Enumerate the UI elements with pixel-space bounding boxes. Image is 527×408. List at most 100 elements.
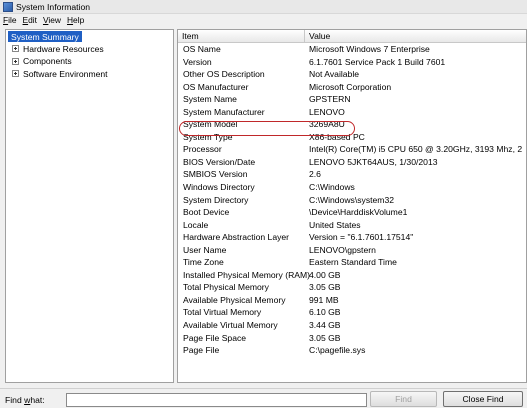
tree-item-label: Software Environment [23, 68, 108, 79]
table-row[interactable]: Other OS Description Not Available [178, 68, 526, 81]
row-value: 4.00 GB [309, 269, 341, 280]
tree-item-software-environment[interactable]: Software Environment [6, 68, 173, 81]
column-divider[interactable] [304, 30, 305, 42]
table-row[interactable]: Version 6.1.7601 Service Pack 1 Build 760… [178, 56, 526, 69]
tree-item-hardware-resources[interactable]: Hardware Resources [6, 43, 173, 56]
row-value: Not Available [309, 69, 360, 80]
menu-view[interactable]: View [40, 15, 64, 25]
table-row[interactable]: Available Physical Memory 991 MB [178, 294, 526, 307]
row-value: Microsoft Corporation [309, 81, 392, 92]
row-item: OS Name [183, 44, 221, 54]
table-row[interactable]: System Name GPSTERN [178, 93, 526, 106]
expand-icon[interactable] [12, 45, 19, 53]
tree-item-components[interactable]: Components [6, 55, 173, 68]
table-row[interactable]: Locale United States [178, 219, 526, 232]
table-row[interactable]: Total Physical Memory 3.05 GB [178, 281, 526, 294]
row-value: LENOVO\gpstern [309, 244, 376, 255]
row-item: Time Zone [183, 257, 224, 268]
tree-item-label: Components [23, 56, 72, 67]
table-row[interactable]: SMBIOS Version 2.6 [178, 168, 526, 181]
row-item: Version [183, 56, 212, 67]
menu-help[interactable]: Help [64, 15, 87, 25]
row-item: Page File [183, 345, 220, 356]
row-value: C:\pagefile.sys [309, 345, 366, 356]
row-value: 3.05 GB [309, 282, 341, 293]
table-row[interactable]: System Manufacturer LENOVO [178, 106, 526, 119]
table-row[interactable]: System Model 3269A8U [178, 118, 526, 131]
column-header-value[interactable]: Value [309, 31, 330, 41]
table-row[interactable]: Available Virtual Memory 3.44 GB [178, 319, 526, 332]
row-value: 6.1.7601 Service Pack 1 Build 7601 [309, 56, 446, 67]
row-item: Processor [183, 144, 222, 155]
table-row[interactable]: BIOS Version/Date LENOVO 5JKT64AUS, 1/30/… [178, 156, 526, 169]
find-what-label: Find what: [5, 395, 45, 405]
row-value: 2.6 [309, 169, 321, 180]
table-row[interactable]: Total Virtual Memory 6.10 GB [178, 306, 526, 319]
row-value: Version = "6.1.7601.17514" [309, 232, 414, 243]
column-header-item[interactable]: Item [182, 31, 199, 41]
row-value: 991 MB [309, 294, 339, 305]
row-item: Page File Space [183, 332, 247, 343]
row-item: System Type [183, 131, 233, 142]
expand-icon[interactable] [12, 57, 19, 65]
expand-icon[interactable] [12, 70, 19, 78]
find-what-input[interactable] [66, 393, 367, 407]
row-item: Other OS Description [183, 69, 265, 80]
details-list: Item Value OS Name Microsoft Windows 7 En… [177, 29, 527, 383]
table-row[interactable]: Page File Space 3.05 GB [178, 332, 526, 345]
row-value: Intel(R) Core(TM) i5 CPU 650 @ 3.20GHz, … [309, 144, 523, 155]
row-value: LENOVO 5JKT64AUS, 1/30/2013 [309, 156, 438, 167]
close-find-button[interactable]: Close Find [443, 391, 523, 407]
row-value: 6.10 GB [309, 307, 341, 318]
row-item: Installed Physical Memory (RAM) [183, 269, 311, 280]
row-item: BIOS Version/Date [183, 156, 256, 167]
table-row[interactable]: OS Manufacturer Microsoft Corporation [178, 81, 526, 94]
row-value: Microsoft Windows 7 Enterprise [309, 44, 430, 54]
row-value: Eastern Standard Time [309, 257, 397, 268]
find-button[interactable]: Find [370, 391, 437, 407]
table-row[interactable]: Boot Device \Device\HarddiskVolume1 [178, 206, 526, 219]
row-value: C:\Windows\system32 [309, 194, 395, 205]
menu-edit[interactable]: Edit [20, 15, 40, 25]
list-header: Item Value [178, 30, 526, 43]
row-item: Windows Directory [183, 182, 255, 193]
table-row[interactable]: User Name LENOVO\gpstern [178, 244, 526, 257]
row-item: OS Manufacturer [183, 81, 249, 92]
row-item: Hardware Abstraction Layer [183, 232, 290, 243]
row-value: United States [309, 219, 361, 230]
row-item: System Directory [183, 194, 249, 205]
table-row[interactable]: Time Zone Eastern Standard Time [178, 256, 526, 269]
list-rows: OS Name Microsoft Windows 7 Enterprise Ver… [178, 43, 526, 357]
row-item: System Name [183, 94, 237, 105]
table-row[interactable]: Windows Directory C:\Windows [178, 181, 526, 194]
table-row[interactable]: Hardware Abstraction Layer Version = "6.1… [178, 231, 526, 244]
row-value: X86-based PC [309, 131, 365, 142]
row-item: Boot Device [183, 207, 230, 218]
row-item: System Model [183, 119, 238, 130]
category-tree: System Summary Hardware Resources Compon… [5, 29, 174, 383]
row-value: 3269A8U [309, 119, 345, 130]
row-item: Available Physical Memory [183, 294, 286, 305]
table-row[interactable]: OS Name Microsoft Windows 7 Enterprise [178, 43, 526, 56]
row-value: LENOVO [309, 106, 345, 117]
find-bar: Find what: Find Close Find [0, 388, 527, 408]
title-bar: System Information [0, 0, 527, 14]
row-item: System Manufacturer [183, 106, 265, 117]
table-row[interactable]: Processor Intel(R) Core(TM) i5 CPU 650 @ … [178, 143, 526, 156]
system-information-icon [3, 1, 13, 12]
row-value: C:\Windows [309, 182, 355, 193]
row-item: SMBIOS Version [183, 169, 248, 180]
row-item: Total Virtual Memory [183, 307, 262, 318]
row-value: GPSTERN [309, 94, 351, 105]
table-row[interactable]: Page File C:\pagefile.sys [178, 344, 526, 357]
table-row[interactable]: Installed Physical Memory (RAM) 4.00 GB [178, 269, 526, 282]
table-row[interactable]: System Directory C:\Windows\system32 [178, 194, 526, 207]
row-item: Available Virtual Memory [183, 320, 278, 331]
table-row[interactable]: System Type X86-based PC [178, 131, 526, 144]
tree-item-label: Hardware Resources [23, 43, 104, 54]
tree-item-system-summary[interactable]: System Summary [8, 31, 82, 43]
row-value: 3.44 GB [309, 320, 341, 331]
row-item: User Name [183, 244, 227, 255]
menu-file[interactable]: File [0, 15, 20, 25]
row-value: \Device\HarddiskVolume1 [309, 207, 408, 218]
